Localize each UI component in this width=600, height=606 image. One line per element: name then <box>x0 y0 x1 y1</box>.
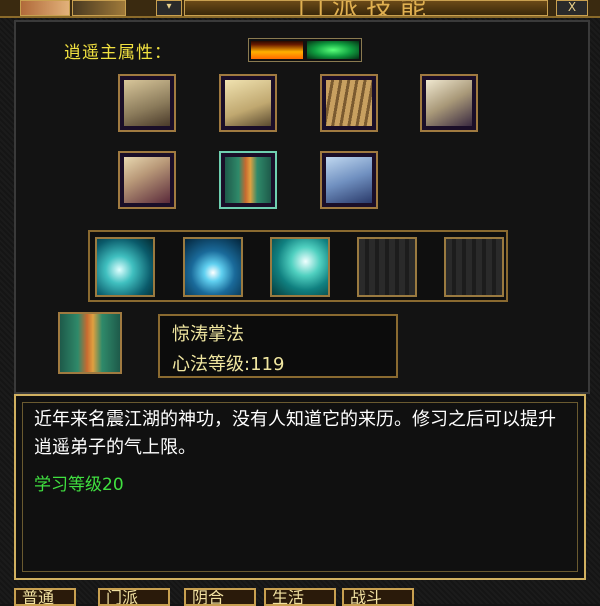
diver-icon[interactable] <box>183 237 243 297</box>
skill-slot-4[interactable] <box>420 74 478 132</box>
tab-battle[interactable]: 战斗 <box>342 588 414 606</box>
book-icon <box>225 80 271 126</box>
close-button[interactable]: X <box>556 0 588 16</box>
avatar[interactable] <box>20 0 70 16</box>
scroll-icon <box>426 80 472 126</box>
fire-element-icon <box>251 41 303 59</box>
portrait-slot[interactable] <box>72 0 126 16</box>
skill-slot-7[interactable] <box>320 151 378 209</box>
tab-sect[interactable]: 门派 <box>98 588 170 606</box>
tab-bar: 普通 门派 阴合 生活 战斗 <box>14 588 594 606</box>
tab-combo[interactable]: 阴合 <box>184 588 256 606</box>
skill-slot-3[interactable] <box>320 74 378 132</box>
description-text: 近年来名震江湖的神功，没有人知道它的来历。修习之后可以提升逍遥弟子的气上限。 <box>34 409 556 458</box>
skill-slot-6[interactable] <box>219 151 277 209</box>
empty-slot-icon[interactable] <box>444 237 504 297</box>
blue-scroll-icon <box>326 157 372 203</box>
skill-slot-5[interactable] <box>118 151 176 209</box>
window-title: 门派技能 <box>297 0 434 16</box>
tab-life[interactable]: 生活 <box>264 588 336 606</box>
title-bar: 门派技能 <box>184 0 548 16</box>
dropdown-button[interactable]: ▾ <box>156 0 182 16</box>
gift-box-icon <box>225 157 271 203</box>
top-bar: ▾ 门派技能 X <box>0 0 600 18</box>
attribute-label: 逍遥主属性： <box>64 43 172 63</box>
skill-slot-1[interactable] <box>118 74 176 132</box>
tab-normal[interactable]: 普通 <box>14 588 76 606</box>
empty-slot-icon[interactable] <box>357 237 417 297</box>
current-skill-icon <box>58 312 122 374</box>
skill-level: 心法等级:119 <box>172 354 285 375</box>
wave-icon[interactable] <box>270 237 330 297</box>
scroll-bundle-icon <box>326 80 372 126</box>
book-stack-icon <box>124 80 170 126</box>
wave-icon[interactable] <box>95 237 155 297</box>
element-badge <box>248 38 362 62</box>
scroll-icon <box>124 157 170 203</box>
requirement-text: 学习等级20 <box>34 475 124 495</box>
skill-name: 惊涛掌法 <box>172 324 244 345</box>
skill-slot-2[interactable] <box>219 74 277 132</box>
wood-element-icon <box>307 41 359 59</box>
